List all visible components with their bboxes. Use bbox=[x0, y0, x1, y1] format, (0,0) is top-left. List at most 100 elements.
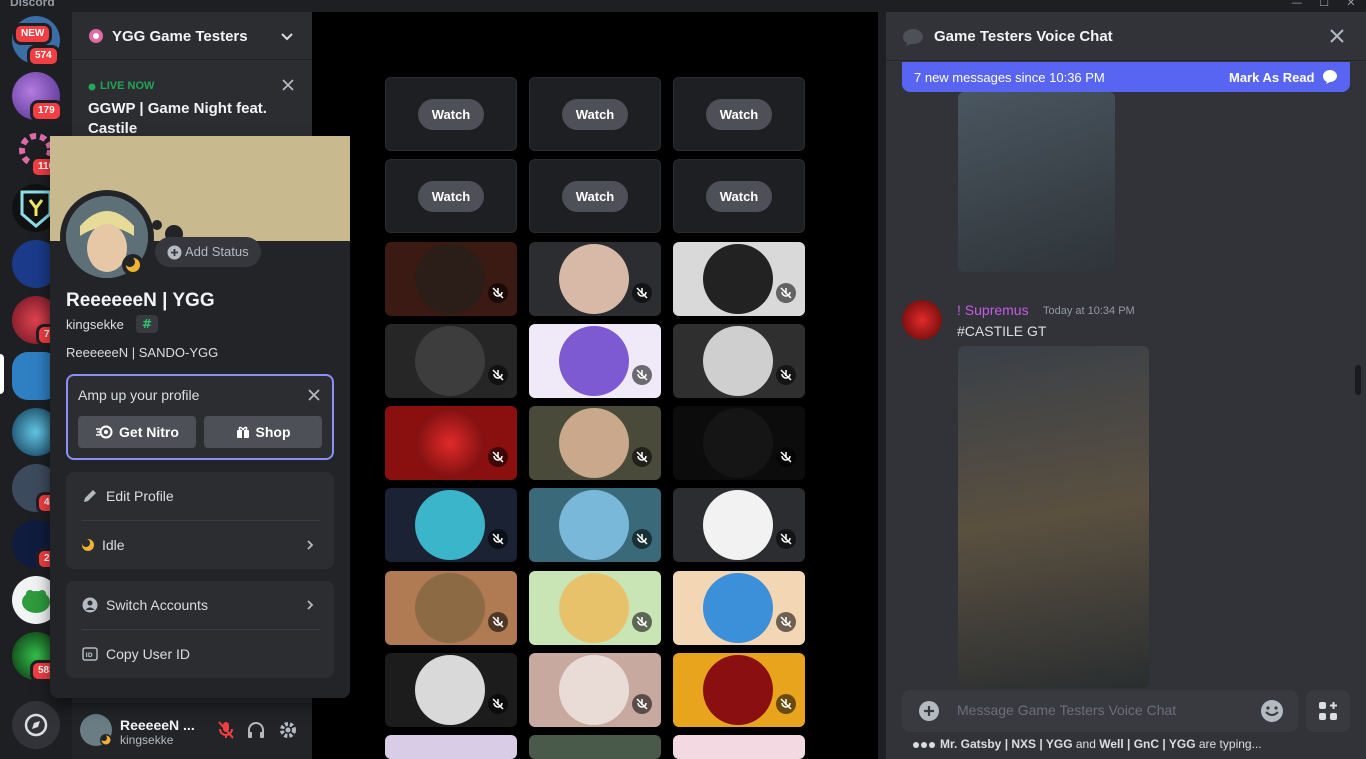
mic-muted-icon bbox=[632, 694, 652, 714]
avatar bbox=[559, 408, 629, 478]
mic-muted-icon bbox=[488, 283, 508, 303]
user-circle-icon bbox=[82, 597, 98, 613]
gear-icon[interactable] bbox=[278, 720, 298, 740]
get-nitro-button[interactable]: Get Nitro bbox=[78, 416, 196, 448]
mark-as-read-button[interactable]: Mark As Read bbox=[1229, 70, 1315, 85]
watch-button[interactable]: Watch bbox=[561, 98, 629, 130]
profile-bio: ReeeeeeN | SANDO-YGG bbox=[66, 345, 219, 360]
participant-tile[interactable] bbox=[529, 735, 661, 759]
close-window-button[interactable]: ✕ bbox=[1341, 0, 1361, 10]
avatar bbox=[415, 244, 485, 314]
nitro-promo-text: Amp up your profile bbox=[78, 387, 200, 403]
maximize-button[interactable]: ☐ bbox=[1314, 0, 1334, 10]
live-dot-icon bbox=[88, 83, 96, 91]
mic-muted-icon bbox=[632, 447, 652, 467]
mic-muted-icon bbox=[632, 283, 652, 303]
participant-tile[interactable] bbox=[385, 735, 517, 759]
avatar bbox=[559, 244, 629, 314]
panel-username: kingsekke bbox=[120, 733, 174, 747]
idle-moon-icon bbox=[82, 539, 94, 551]
id-card-icon: ID bbox=[82, 647, 98, 661]
stream-tile[interactable]: Watch bbox=[385, 159, 517, 233]
divider bbox=[878, 12, 886, 759]
typing-indicator: Mr. Gatsby | NXS | YGG and Well | GnC | … bbox=[940, 737, 1262, 751]
apps-icon bbox=[1319, 702, 1337, 720]
minimize-button[interactable]: — bbox=[1287, 0, 1307, 10]
chevron-right-icon bbox=[307, 600, 314, 610]
shop-button[interactable]: Shop bbox=[204, 416, 322, 448]
watch-button[interactable]: Watch bbox=[705, 98, 773, 130]
avatar bbox=[559, 326, 629, 396]
headphones-icon[interactable] bbox=[246, 720, 266, 740]
avatar bbox=[703, 244, 773, 314]
close-icon[interactable] bbox=[1329, 28, 1345, 44]
mic-muted-icon bbox=[776, 447, 796, 467]
emoji-icon[interactable] bbox=[1260, 699, 1284, 723]
compass-icon bbox=[24, 713, 48, 737]
profile-username: kingsekke bbox=[66, 317, 124, 332]
close-icon[interactable] bbox=[282, 79, 294, 91]
scrollbar-thumb[interactable] bbox=[1355, 365, 1361, 395]
typing-user: Mr. Gatsby | NXS | YGG bbox=[940, 737, 1073, 751]
watch-button[interactable]: Watch bbox=[417, 180, 485, 212]
mic-muted-icon bbox=[776, 529, 796, 549]
pencil-icon bbox=[84, 490, 96, 502]
avatar bbox=[703, 326, 773, 396]
stream-tile[interactable]: Watch bbox=[529, 77, 661, 151]
stream-tile[interactable]: Watch bbox=[673, 159, 805, 233]
typing-and: and bbox=[1072, 737, 1100, 751]
chat-bubble-icon bbox=[903, 29, 923, 46]
mic-muted-icon bbox=[776, 365, 796, 385]
app-brand: Discord bbox=[10, 0, 55, 9]
chat-title: Game Testers Voice Chat bbox=[934, 28, 1113, 45]
watch-button[interactable]: Watch bbox=[417, 98, 485, 130]
discover-button[interactable] bbox=[12, 701, 60, 749]
typing-user: Well | GnC | YGG bbox=[1099, 737, 1196, 751]
avatar bbox=[703, 490, 773, 560]
edit-profile-label: Edit Profile bbox=[106, 488, 174, 504]
idle-moon-icon bbox=[122, 254, 144, 276]
copy-user-id-label: Copy User ID bbox=[106, 646, 191, 662]
close-icon[interactable] bbox=[308, 389, 320, 401]
nitro-icon bbox=[96, 425, 113, 439]
selected-server-pill bbox=[0, 354, 4, 394]
typing-suffix: are typing... bbox=[1195, 737, 1262, 751]
avatar bbox=[559, 490, 629, 560]
avatar bbox=[415, 490, 485, 560]
mic-muted-icon bbox=[488, 529, 508, 549]
participant-tile[interactable] bbox=[673, 735, 805, 759]
mic-muted-icon[interactable] bbox=[216, 720, 236, 740]
mic-muted-icon bbox=[632, 612, 652, 632]
mic-muted-icon bbox=[776, 694, 796, 714]
avatar bbox=[415, 408, 485, 478]
watch-button[interactable]: Watch bbox=[705, 180, 773, 212]
guild-name: YGG Game Testers bbox=[112, 28, 248, 45]
svg-text:ID: ID bbox=[86, 652, 93, 659]
status-label: Idle bbox=[102, 537, 125, 553]
stream-tile[interactable]: Watch bbox=[529, 159, 661, 233]
chevron-right-icon bbox=[307, 540, 314, 550]
unread-badge: 179 bbox=[30, 100, 63, 122]
new-messages-text: 7 new messages since 10:36 PM bbox=[914, 70, 1105, 85]
add-attachment-icon[interactable] bbox=[918, 700, 940, 722]
hashtag-badge-icon: # bbox=[136, 315, 158, 333]
attachment-image[interactable] bbox=[958, 346, 1149, 688]
avatar bbox=[415, 573, 485, 643]
idle-moon-icon bbox=[100, 734, 112, 746]
server-boost-icon bbox=[89, 29, 103, 43]
panel-display-name: ReeeeeN ... bbox=[120, 717, 195, 733]
live-now-label: LIVE NOW bbox=[100, 80, 155, 92]
stream-tile[interactable]: Watch bbox=[385, 77, 517, 151]
avatar[interactable] bbox=[902, 300, 942, 340]
mic-muted-icon bbox=[488, 694, 508, 714]
mic-muted-icon bbox=[632, 365, 652, 385]
avatar bbox=[415, 326, 485, 396]
chevron-down-icon[interactable] bbox=[280, 30, 294, 44]
message-author[interactable]: ! Supremus bbox=[957, 302, 1029, 318]
watch-button[interactable]: Watch bbox=[561, 180, 629, 212]
shop-icon bbox=[236, 426, 249, 438]
typing-dots-icon bbox=[913, 742, 935, 748]
attachment-image[interactable] bbox=[958, 92, 1115, 272]
stream-tile[interactable]: Watch bbox=[673, 77, 805, 151]
shop-label: Shop bbox=[255, 424, 291, 440]
